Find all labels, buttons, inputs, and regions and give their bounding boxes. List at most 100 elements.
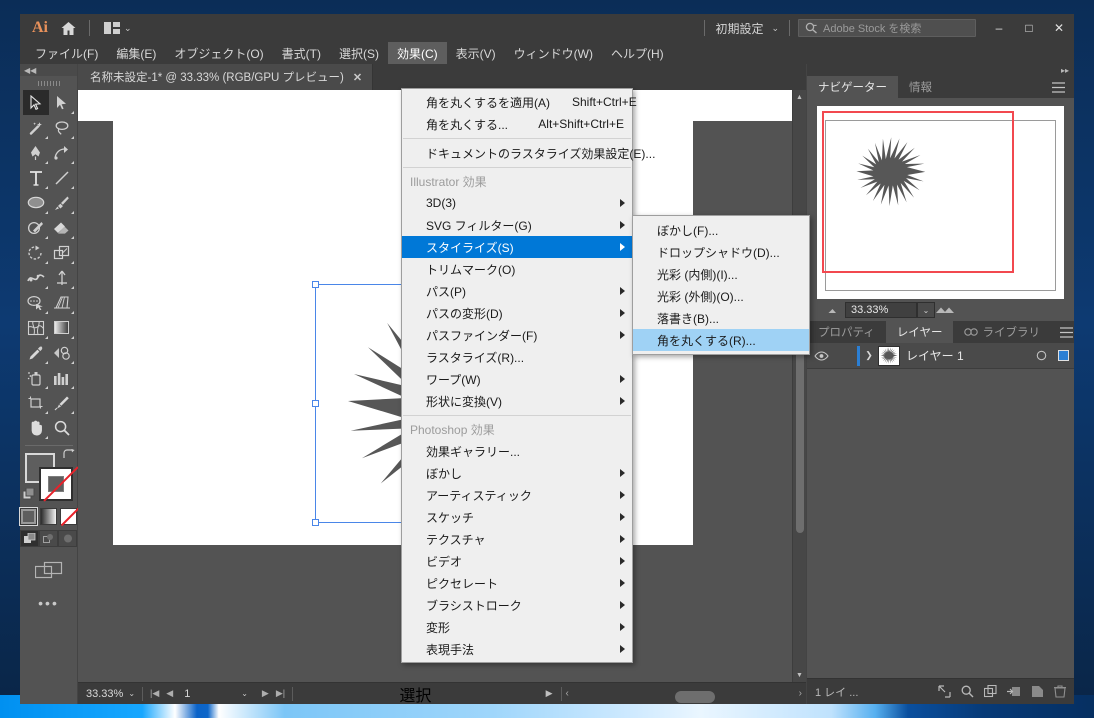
effect-menu-item-1[interactable]: 角を丸くする... Alt+Shift+Ctrl+E: [402, 113, 632, 135]
stylize-submenu-item-3[interactable]: 光彩 (外側)(O)...: [633, 285, 809, 307]
lasso-tool[interactable]: [49, 115, 75, 140]
artboard-tool[interactable]: [23, 390, 49, 415]
delete-layer-icon[interactable]: [1054, 685, 1066, 698]
stock-search-input[interactable]: Adobe Stock を検索: [798, 19, 976, 37]
default-fill-stroke-icon[interactable]: [22, 488, 36, 501]
status-zoom-chevron-down-icon[interactable]: ⌄: [123, 689, 142, 698]
effect-menu-item-18[interactable]: 効果ギャラリー...: [402, 440, 632, 462]
menubar-item-6[interactable]: 表示(V): [447, 42, 505, 64]
zoom-out-icon[interactable]: [823, 306, 845, 315]
selection-handle-bottom-left[interactable]: [312, 519, 319, 526]
artboard-first-button[interactable]: |◀: [150, 688, 159, 699]
maximize-button[interactable]: □: [1014, 14, 1044, 42]
chevron-right-icon[interactable]: ❯: [860, 350, 878, 361]
selection-handle-middle-left[interactable]: [312, 399, 319, 407]
scroll-down-arrow[interactable]: ▼: [793, 668, 806, 682]
panel-tab-lower-2[interactable]: ライブラリ: [953, 321, 1051, 343]
chevron-down-icon[interactable]: ⌄: [124, 23, 132, 34]
scroll-left-arrow[interactable]: ‹: [566, 688, 569, 699]
blend-tool[interactable]: [49, 340, 75, 365]
effect-menu-item-9[interactable]: トリムマーク(O): [402, 258, 632, 280]
navigator-zoom-chevron-down-icon[interactable]: ⌄: [917, 302, 935, 318]
horizontal-scroll-thumb[interactable]: [675, 690, 716, 703]
collapse-toolbar-icon[interactable]: ◀◀: [20, 64, 77, 76]
status-chevron-right-icon[interactable]: ▶: [538, 688, 561, 699]
effect-menu-item-23[interactable]: ビデオ: [402, 550, 632, 572]
layer-name[interactable]: レイヤー 1: [906, 347, 1030, 364]
eye-icon[interactable]: [807, 350, 835, 361]
swap-fill-stroke-icon[interactable]: [62, 449, 75, 460]
change-screen-mode-icon[interactable]: [32, 559, 66, 581]
effect-menu-item-22[interactable]: テクスチャ: [402, 528, 632, 550]
effect-menu-item-26[interactable]: 変形: [402, 616, 632, 638]
navigator-zoom-field[interactable]: 33.33%: [845, 302, 917, 318]
scale-tool[interactable]: [49, 240, 75, 265]
artboard-chevron-down-icon[interactable]: ⌄: [236, 689, 255, 698]
hand-tool[interactable]: [23, 415, 49, 440]
new-layer-icon[interactable]: [1031, 685, 1044, 698]
effect-menu-item-27[interactable]: 表現手法: [402, 638, 632, 660]
type-tool[interactable]: [23, 165, 49, 190]
locate-object-icon[interactable]: [938, 685, 951, 698]
layer-row[interactable]: ❯ レイヤー 1: [807, 343, 1074, 369]
effect-menu-item-13[interactable]: ラスタライズ(R)...: [402, 346, 632, 368]
line-segment-tool[interactable]: [49, 165, 75, 190]
zoom-in-icon[interactable]: [935, 305, 957, 315]
effect-menu-item-10[interactable]: パス(P): [402, 280, 632, 302]
vertical-scroll-track[interactable]: [793, 104, 806, 668]
stylize-submenu-item-0[interactable]: ぼかし(F)...: [633, 219, 809, 241]
effect-menu-item-25[interactable]: ブラシストローク: [402, 594, 632, 616]
effect-menu-item-14[interactable]: ワープ(W): [402, 368, 632, 390]
fill-swatch[interactable]: [38, 466, 79, 502]
layers-panel-menu-icon[interactable]: [1051, 321, 1082, 343]
curvature-tool[interactable]: [49, 140, 75, 165]
eyedropper-tool[interactable]: [23, 340, 49, 365]
scroll-up-arrow[interactable]: ▲: [793, 90, 806, 104]
arrange-documents-icon[interactable]: ⌄: [98, 22, 138, 34]
workspace-label[interactable]: 初期設定: [705, 20, 767, 37]
stylize-submenu-item-5[interactable]: 角を丸くする(R)...: [633, 329, 809, 351]
layer-selection-color-swatch[interactable]: [1052, 350, 1074, 361]
artboard-number-field[interactable]: 1: [180, 688, 236, 700]
effect-menu-item-6[interactable]: 3D(3): [402, 192, 632, 214]
column-graph-tool[interactable]: [49, 365, 75, 390]
perspective-grid-tool[interactable]: [49, 290, 75, 315]
width-tool[interactable]: [23, 265, 49, 290]
effect-menu-dropdown[interactable]: 角を丸くするを適用(A) Shift+Ctrl+E 角を丸くする... Alt+Shi…: [401, 88, 655, 663]
menubar-item-0[interactable]: ファイル(F): [26, 42, 107, 64]
canvas-vertical-scrollbar[interactable]: ▲ ▼: [792, 90, 806, 682]
effect-menu-item-11[interactable]: パスの変形(D): [402, 302, 632, 324]
draw-normal-mode-button[interactable]: [20, 530, 39, 547]
artboard-last-button[interactable]: ▶|: [276, 688, 285, 699]
effect-menu-item-19[interactable]: ぼかし: [402, 462, 632, 484]
menubar-item-7[interactable]: ウィンドウ(W): [505, 42, 602, 64]
slice-tool[interactable]: [49, 390, 75, 415]
stylize-submenu-item-4[interactable]: 落書き(B)...: [633, 307, 809, 329]
selection-tool[interactable]: [22, 90, 49, 115]
eraser-tool[interactable]: [49, 215, 75, 240]
create-new-sublayer-icon[interactable]: [984, 685, 997, 698]
stylize-submenu-item-1[interactable]: ドロップシャドウ(D)...: [633, 241, 809, 263]
navigator-view-rectangle[interactable]: [822, 111, 1014, 273]
horizontal-scroll-track[interactable]: [576, 690, 793, 703]
effect-menu-item-8[interactable]: スタイライズ(S): [402, 236, 632, 258]
effect-menu-item-0[interactable]: 角を丸くするを適用(A) Shift+Ctrl+E: [402, 91, 637, 113]
panel-tab-navigator-0[interactable]: ナビゲーター: [807, 76, 898, 98]
effect-menu-item-24[interactable]: ピクセレート: [402, 572, 632, 594]
menubar-item-8[interactable]: ヘルプ(H): [602, 42, 673, 64]
effect-menu-item-3[interactable]: ドキュメントのラスタライズ効果設定(E)...: [402, 142, 655, 164]
status-zoom-value[interactable]: 33.33%: [78, 688, 123, 700]
target-circle-icon[interactable]: [1030, 350, 1052, 361]
mesh-tool[interactable]: [23, 315, 49, 340]
panel-tab-lower-0[interactable]: プロパティ: [807, 321, 886, 343]
menubar-item-4[interactable]: 選択(S): [330, 42, 388, 64]
gradient-tool[interactable]: [49, 315, 75, 340]
shaper-tool[interactable]: [23, 215, 49, 240]
ellipse-tool[interactable]: [23, 190, 49, 215]
scroll-right-arrow[interactable]: ›: [799, 688, 802, 699]
rotate-tool[interactable]: [23, 240, 49, 265]
selection-handle-top-left[interactable]: [312, 281, 319, 288]
gradient-mode-button[interactable]: [40, 508, 57, 525]
toolbar-drag-grip[interactable]: [20, 76, 77, 90]
magic-wand-tool[interactable]: [23, 115, 49, 140]
